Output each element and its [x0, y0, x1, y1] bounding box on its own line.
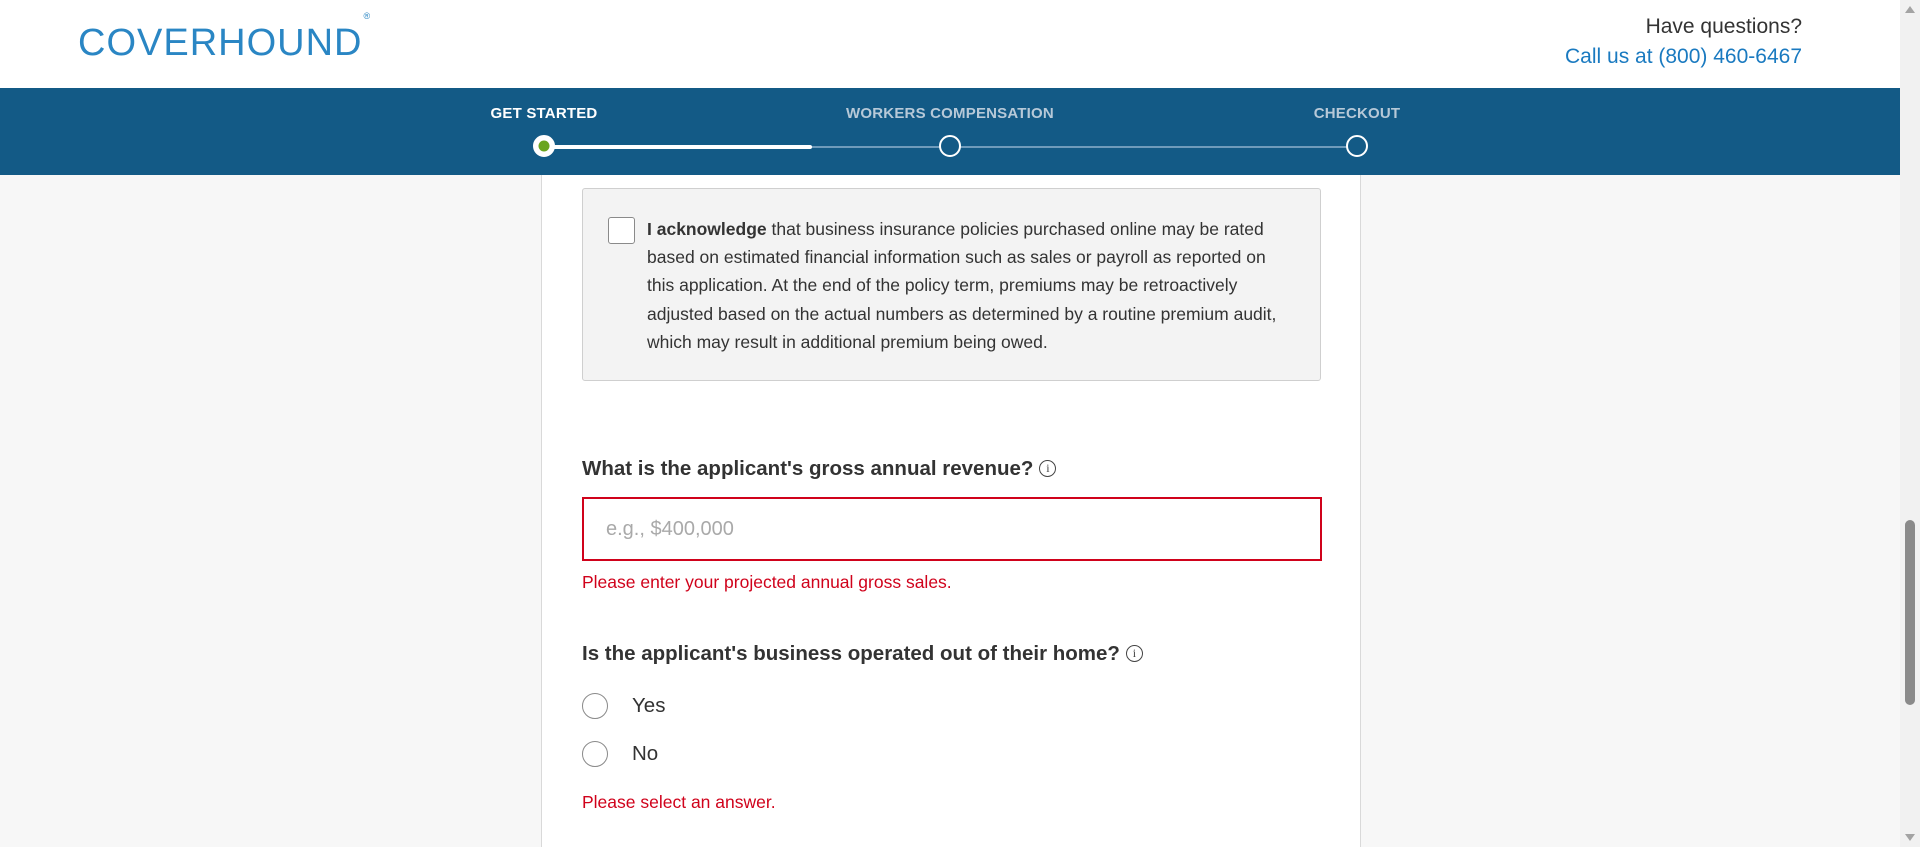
- gross-revenue-input[interactable]: [582, 497, 1322, 561]
- revenue-question-text: What is the applicant's gross annual rev…: [582, 457, 1034, 480]
- info-icon[interactable]: i: [1039, 460, 1057, 477]
- acknowledge-lead: I acknowledge: [647, 219, 767, 239]
- step-get-started-dot: [533, 135, 555, 157]
- home-business-error: Please select an answer.: [582, 792, 776, 812]
- radio-option-no[interactable]: No: [582, 739, 658, 769]
- home-business-question: Is the applicant's business operated out…: [582, 642, 1143, 666]
- acknowledgement-box: I acknowledge that business insurance po…: [582, 188, 1321, 381]
- radio-option-yes[interactable]: Yes: [582, 691, 665, 721]
- radio-yes-label: Yes: [632, 694, 666, 717]
- call-us-link[interactable]: Call us at (800) 460-6467: [1565, 40, 1802, 74]
- scroll-thumb[interactable]: [1905, 520, 1915, 705]
- step-get-started-label: GET STARTED: [490, 105, 598, 122]
- revenue-question: What is the applicant's gross annual rev…: [582, 457, 1057, 481]
- logo-text: COVERHOUND: [78, 22, 363, 64]
- acknowledgement-text: I acknowledge that business insurance po…: [647, 215, 1287, 356]
- info-icon[interactable]: i: [1125, 645, 1143, 662]
- acknowledge-checkbox[interactable]: [608, 217, 635, 244]
- site-header: COVERHOUND® Have questions? Call us at (…: [0, 0, 1900, 88]
- progress-stepper: GET STARTED WORKERS COMPENSATION CHECKOU…: [0, 88, 1900, 175]
- step-checkout-label: CHECKOUT: [1313, 105, 1401, 122]
- help-contact: Have questions? Call us at (800) 460-646…: [1565, 14, 1802, 74]
- radio-yes[interactable]: [582, 693, 608, 719]
- step-workers-compensation-dot: [939, 135, 961, 157]
- form-column: I acknowledge that business insurance po…: [541, 175, 1361, 847]
- radio-no-label: No: [632, 742, 659, 765]
- home-business-question-text: Is the applicant's business operated out…: [582, 642, 1120, 665]
- page-scrollbar[interactable]: [1900, 0, 1920, 847]
- registered-mark: ®: [363, 11, 372, 22]
- revenue-error: Please enter your projected annual gross…: [582, 572, 952, 592]
- progress-fill: [544, 145, 812, 149]
- scroll-up-arrow-icon[interactable]: [1905, 6, 1915, 13]
- step-checkout-dot: [1346, 135, 1368, 157]
- scroll-down-arrow-icon[interactable]: [1905, 834, 1915, 841]
- step-workers-compensation-label: WORKERS COMPENSATION: [846, 105, 1054, 122]
- help-question: Have questions?: [1645, 15, 1802, 38]
- coverhound-logo[interactable]: COVERHOUND®: [78, 11, 370, 65]
- radio-no[interactable]: [582, 741, 608, 767]
